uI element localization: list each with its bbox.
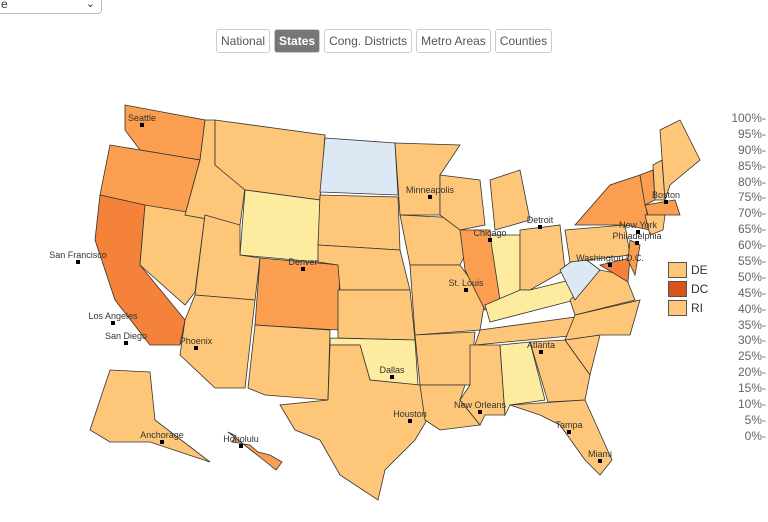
scale-tick: 90%- <box>737 142 766 157</box>
city-label: Honolulu <box>223 434 259 444</box>
city-label: San Diego <box>105 331 147 341</box>
city-label: Dallas <box>379 365 405 375</box>
state-ks[interactable] <box>337 289 416 341</box>
city-marker <box>598 459 602 463</box>
city-label: New Orleans <box>454 400 507 410</box>
city-label: Miami <box>588 449 612 459</box>
city-label: Denver <box>288 257 317 267</box>
city-label: New York <box>619 220 658 230</box>
city-label: Washington D.C. <box>576 253 644 263</box>
city-marker <box>124 341 128 345</box>
city-marker <box>478 410 482 414</box>
legend-label: DE <box>691 262 708 277</box>
state-me[interactable] <box>659 119 701 201</box>
city-marker <box>488 238 492 242</box>
legend-item-de[interactable]: DE <box>668 260 708 279</box>
scale-tick: 5%- <box>744 412 766 427</box>
scale-tick: 25%- <box>737 349 766 364</box>
city-marker <box>428 195 432 199</box>
city-label: Minneapolis <box>406 185 455 195</box>
city-marker <box>608 263 612 267</box>
city-marker <box>538 225 542 229</box>
city-marker <box>539 350 543 354</box>
city-marker <box>76 260 80 264</box>
city-marker <box>408 419 412 423</box>
scale-tick: 65%- <box>737 222 766 237</box>
us-states-map: Seattle San Francisco Los Angeles San Diego… <box>49 104 701 501</box>
legend-swatch <box>668 280 687 297</box>
legend-swatch <box>668 299 687 316</box>
city-label: Atlanta <box>527 340 555 350</box>
city-label: Phoenix <box>180 336 213 346</box>
city-marker <box>160 440 164 444</box>
city-marker <box>239 444 243 448</box>
city-label: Detroit <box>527 215 554 225</box>
city-marker <box>464 288 468 292</box>
state-nm[interactable] <box>247 324 331 401</box>
city-label: St. Louis <box>448 278 484 288</box>
scale-tick: 80%- <box>737 174 766 189</box>
legend-swatch <box>668 261 687 278</box>
city-marker <box>635 241 639 245</box>
state-ak[interactable] <box>89 369 211 463</box>
scale-tick: 35%- <box>737 317 766 332</box>
color-scale: 100%- 95%- 90%- 85%- 80%- 75%- 70%- 65%- 60%- 55%… <box>728 111 766 445</box>
scale-tick: 95%- <box>737 126 766 141</box>
state-ar[interactable] <box>414 331 476 386</box>
city-label: Chicago <box>473 228 506 238</box>
legend-label: DC <box>691 281 709 296</box>
scale-tick: 55%- <box>737 254 766 269</box>
scale-tick: 45%- <box>737 285 766 300</box>
scale-tick: 75%- <box>737 190 766 205</box>
city-label: Tampa <box>555 420 582 430</box>
scale-tick: 10%- <box>737 397 766 412</box>
city-marker <box>390 375 394 379</box>
state-mi[interactable] <box>489 169 531 231</box>
state-fl[interactable] <box>509 399 613 476</box>
legend-item-dc[interactable]: DC <box>668 279 708 298</box>
scale-tick: 15%- <box>737 381 766 396</box>
state-wy[interactable] <box>239 189 321 263</box>
city-label: San Francisco <box>49 250 107 260</box>
state-sd[interactable] <box>317 194 401 251</box>
scale-tick: 50%- <box>737 269 766 284</box>
scale-tick: 0%- <box>744 428 766 443</box>
city-marker <box>567 430 571 434</box>
scale-tick: 100%- <box>731 111 766 125</box>
state-oh[interactable] <box>519 224 566 291</box>
city-marker <box>194 346 198 350</box>
city-label: Houston <box>393 409 427 419</box>
small-states-legend: DE DC RI <box>668 260 708 317</box>
city-marker <box>140 123 144 127</box>
scale-tick: 30%- <box>737 333 766 348</box>
city-label: Boston <box>652 190 680 200</box>
state-nd[interactable] <box>319 137 399 196</box>
city-marker <box>111 321 115 325</box>
city-label: Anchorage <box>140 430 184 440</box>
scale-tick: 60%- <box>737 238 766 253</box>
city-label: Seattle <box>128 113 156 123</box>
scale-tick: 70%- <box>737 206 766 221</box>
city-label: Los Angeles <box>88 311 138 321</box>
scale-tick: 20%- <box>737 365 766 380</box>
city-marker <box>636 230 640 234</box>
city-marker <box>664 200 668 204</box>
legend-item-ri[interactable]: RI <box>668 298 708 317</box>
legend-label: RI <box>691 300 703 315</box>
city-marker <box>301 267 305 271</box>
scale-tick: 85%- <box>737 158 766 173</box>
state-co[interactable] <box>254 257 341 331</box>
scale-tick: 40%- <box>737 301 766 316</box>
